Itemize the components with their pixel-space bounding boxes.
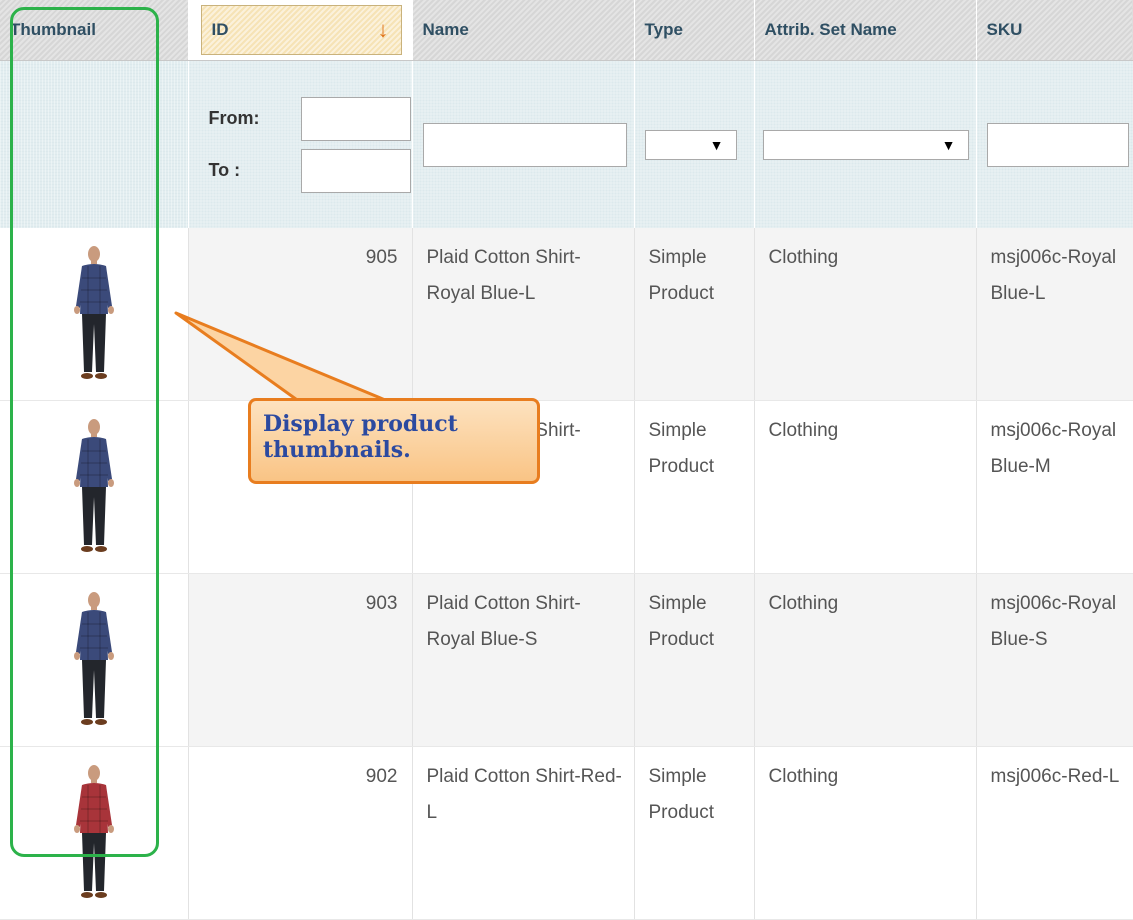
callout-text-line2: thumbnails. [263, 437, 411, 463]
table-row[interactable]: 904 Plaid Cotton Shirt-Royal Blue-M Simp… [0, 400, 1133, 574]
column-header-id[interactable]: ID ↓ [188, 0, 413, 61]
thumbnail-cell [0, 400, 189, 574]
type-filter-select[interactable]: ▼ [644, 129, 737, 160]
filter-thumbnail [0, 60, 189, 228]
attrib-set-cell: Clothing [754, 228, 977, 401]
filter-attrib-set: ▼ [754, 60, 977, 228]
attrib-set-filter-select[interactable]: ▼ [762, 129, 969, 160]
type-cell: Simple Product [634, 573, 755, 747]
filter-name [412, 60, 635, 228]
name-cell: Plaid Cotton Shirt-Red-L [412, 746, 635, 920]
attrib-set-cell: Clothing [754, 400, 977, 574]
product-grid: Thumbnail ID ↓ Name Type Attrib. Set Nam… [0, 0, 1133, 920]
name-cell: Plaid Cotton Shirt-Royal Blue-S [412, 573, 635, 747]
triangle-down-icon: ▼ [941, 136, 956, 153]
product-photo-icon[interactable] [31, 586, 157, 734]
sku-cell: msj006c-Royal Blue-S [976, 573, 1133, 747]
column-header-type[interactable]: Type [634, 0, 755, 61]
sku-cell: msj006c-Royal Blue-L [976, 228, 1133, 401]
filter-to-label: To : [208, 160, 241, 180]
filter-row: From: To : ▼ ▼ [0, 60, 1133, 228]
thumbnail-cell [0, 746, 189, 920]
thumbnail-cell [0, 573, 189, 747]
arrow-down-icon: ↓ [377, 17, 389, 42]
id-cell: 903 [188, 573, 413, 747]
id-cell: 902 [188, 746, 413, 920]
id-cell: 905 [188, 228, 413, 401]
attrib-set-cell: Clothing [754, 573, 977, 747]
sku-cell: msj006c-Royal Blue-M [976, 400, 1133, 574]
table-row[interactable]: 905 Plaid Cotton Shirt-Royal Blue-L Simp… [0, 228, 1133, 401]
id-to-input[interactable] [300, 148, 411, 193]
attrib-set-cell: Clothing [754, 746, 977, 920]
type-cell: Simple Product [634, 746, 755, 920]
column-header-attrib-set[interactable]: Attrib. Set Name [754, 0, 977, 61]
column-header-id-label: ID [211, 20, 229, 39]
type-cell: Simple Product [634, 400, 755, 574]
product-photo-icon[interactable] [31, 759, 157, 907]
column-header-sku[interactable]: SKU [976, 0, 1133, 61]
header-row: Thumbnail ID ↓ Name Type Attrib. Set Nam… [0, 0, 1133, 61]
callout-text-line1: Display product [263, 411, 458, 437]
column-header-name[interactable]: Name [412, 0, 635, 61]
product-photo-icon[interactable] [31, 413, 157, 561]
product-photo-icon[interactable] [31, 240, 157, 388]
type-cell: Simple Product [634, 228, 755, 401]
filter-from-label: From: [208, 108, 260, 128]
thumbnail-cell [0, 228, 189, 401]
triangle-down-icon: ▼ [709, 136, 724, 153]
sku-cell: msj006c-Red-L [976, 746, 1133, 920]
filter-sku [976, 60, 1133, 228]
column-header-thumbnail[interactable]: Thumbnail [0, 0, 189, 61]
filter-type: ▼ [634, 60, 755, 228]
id-from-input[interactable] [300, 96, 411, 141]
name-filter-input[interactable] [422, 122, 627, 167]
callout-box: Display product thumbnails. [248, 398, 540, 484]
table-row[interactable]: 903 Plaid Cotton Shirt-Royal Blue-S Simp… [0, 573, 1133, 747]
table-row[interactable]: 902 Plaid Cotton Shirt-Red-L Simple Prod… [0, 746, 1133, 920]
filter-id: From: To : [188, 60, 413, 228]
sku-filter-input[interactable] [986, 122, 1129, 167]
name-cell: Plaid Cotton Shirt-Royal Blue-L [412, 228, 635, 401]
